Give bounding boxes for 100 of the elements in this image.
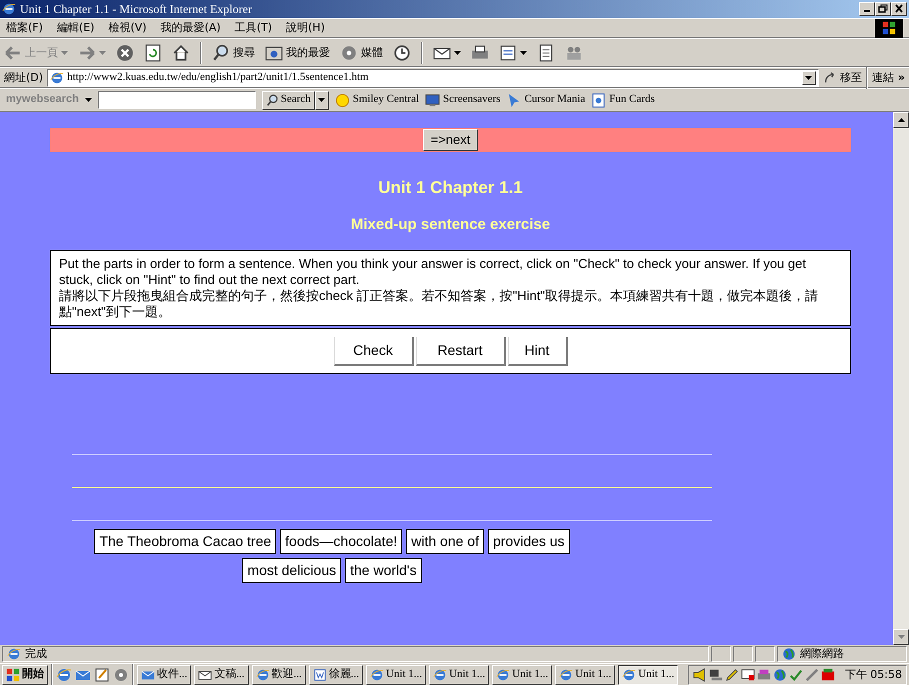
sentence-part[interactable]: with one of [406, 529, 484, 554]
search-button[interactable]: Search [262, 90, 315, 110]
close-button[interactable] [891, 2, 907, 16]
browser-icon [370, 668, 384, 682]
refresh-icon [144, 44, 162, 62]
toolbar-button[interactable] [499, 44, 527, 62]
sentence-part[interactable]: The Theobroma Cacao tree [94, 529, 276, 554]
start-button[interactable]: 開始 [2, 664, 48, 684]
sentence-part[interactable]: provides us [488, 529, 570, 554]
dropdown-button[interactable] [802, 70, 816, 84]
browser-icon [622, 668, 636, 682]
scrollbar[interactable] [893, 112, 909, 645]
browser-icon [559, 668, 574, 682]
cursor-icon [506, 92, 522, 108]
toolbar-link[interactable]: Cursor Mania [506, 92, 586, 108]
menu-item[interactable]: 編輯(E) [56, 21, 94, 35]
browser-icon [7, 647, 21, 661]
history-icon [393, 44, 411, 62]
restore-button[interactable] [875, 2, 891, 16]
globe-icon [772, 668, 787, 682]
exercise-button[interactable]: Restart [416, 336, 506, 366]
notepad-icon [537, 44, 555, 62]
links-label: 連結 [872, 70, 894, 84]
menu-item[interactable]: 檢視(V) [108, 21, 147, 35]
taskbar-button[interactable]: Unit 1... [618, 664, 678, 684]
arrow-left-icon [4, 44, 22, 62]
browser-icon [496, 668, 510, 682]
toolbar-logo: mywebsearch [6, 93, 79, 107]
document-icon [499, 44, 517, 62]
search-icon [212, 44, 230, 62]
windows-logo-icon [882, 21, 896, 35]
speaker-icon [692, 668, 707, 682]
printer-icon [471, 44, 489, 62]
app-icon [820, 668, 835, 682]
globe-icon [782, 647, 796, 661]
taskbar-button[interactable]: 徐麗... [308, 664, 363, 684]
menu-item[interactable]: 我的最愛(A) [160, 21, 221, 35]
down-arrow-icon [898, 635, 904, 639]
search-field[interactable] [98, 91, 256, 109]
exercise-button[interactable]: Check [334, 336, 414, 366]
taskbar-button[interactable]: Unit 1... [555, 664, 616, 684]
document-icon [312, 668, 327, 682]
card-icon [591, 92, 606, 108]
address-field[interactable]: http://www2.kuas.edu.tw/edu/english1/part2/unit1/1.5sentence1.htm [47, 68, 819, 86]
toolbar-link[interactable]: Fun Cards [591, 92, 655, 108]
media-icon [113, 666, 129, 682]
taskbar-button[interactable]: Unit 1... [429, 664, 490, 684]
sentence-part[interactable]: the world's [345, 558, 422, 583]
quick-launch-button[interactable] [94, 666, 110, 682]
pencil-icon [724, 668, 739, 682]
minimize-button[interactable] [859, 2, 875, 16]
address-label: 網址(D) [4, 70, 44, 84]
scroll-up-button[interactable] [893, 112, 909, 128]
browser-icon [2, 2, 16, 16]
dropdown-arrow-icon [84, 98, 92, 102]
toolbar-button[interactable] [537, 44, 555, 62]
toolbar-link[interactable]: Smiley Central [334, 92, 420, 108]
toolbar-button[interactable]: 媒體 [340, 44, 383, 62]
menu-item[interactable]: 說明(H) [286, 21, 325, 35]
toolbar-button[interactable] [393, 44, 411, 62]
instruction-text: 請將以下片段拖曳組合成完整的句子，然後按check 訂正答案。若不知答案，按"Hint"取得提示。本項練習共有十題，做完本題後，請點"next"到下一題。 [59, 288, 819, 320]
arrow-right-icon [78, 44, 96, 62]
page-subtitle: Mixed-up sentence exercise [350, 216, 552, 234]
menu-item[interactable]: 檔案(F) [6, 21, 43, 35]
browser-icon [56, 666, 72, 682]
exercise-button[interactable]: Hint [508, 336, 568, 366]
menu-item[interactable]: 工具(T) [234, 21, 272, 35]
toolbar-button[interactable]: 搜尋 [212, 44, 255, 62]
browser-icon [256, 668, 270, 682]
toolbar-button[interactable] [471, 44, 489, 62]
instruction-text: Put the parts in order to form a sentence. When you think your answer is correct, click on "Check" to check your answer. If you get stuck, click on "Hint" to find out the next correct part. [59, 256, 807, 288]
go-button[interactable]: 移至 [822, 70, 862, 84]
clock-text: 下午 05:58 [844, 668, 902, 682]
sentence-part[interactable]: most delicious [242, 558, 342, 583]
computer-icon [708, 668, 723, 682]
pen-icon [804, 668, 819, 682]
toolbar-button[interactable]: 我的最愛 [265, 44, 330, 62]
sentence-part[interactable]: foods—chocolate! [280, 529, 402, 554]
checkmark-icon [788, 668, 803, 682]
monitor-icon [740, 668, 755, 682]
taskbar-button[interactable]: Unit 1... [492, 664, 552, 684]
more-links-button[interactable]: » [898, 70, 905, 84]
restore-icon [877, 3, 889, 14]
next-button[interactable]: =>next [422, 129, 478, 151]
taskbar-button[interactable]: Unit 1... [366, 664, 426, 684]
house-icon [172, 44, 190, 62]
taskbar-button[interactable]: 文稿... [194, 664, 248, 684]
toolbar-button[interactable] [172, 44, 190, 62]
notepad-icon [94, 666, 110, 682]
caret-icon [318, 98, 326, 102]
toolbar-link[interactable]: Screensavers [425, 92, 500, 108]
monitor-icon [425, 92, 440, 108]
scroll-down-button[interactable] [893, 629, 909, 645]
windows-logo-icon [6, 668, 20, 682]
taskbar-button[interactable]: 收件... [137, 664, 192, 684]
taskbar-button[interactable]: 歡迎... [252, 664, 306, 684]
toolbar-button[interactable] [144, 44, 162, 62]
dropdown-button[interactable] [314, 90, 329, 110]
toolbar-button[interactable] [116, 44, 134, 62]
status-panel [733, 646, 753, 662]
